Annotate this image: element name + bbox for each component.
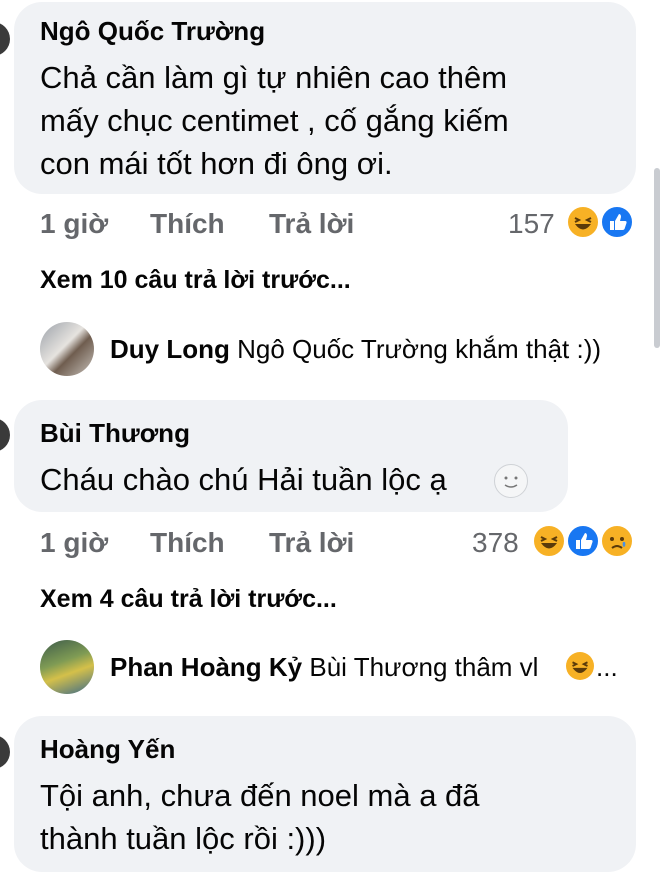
reply-text[interactable]: Ngô Quốc Trường khắm thật :)) — [237, 334, 601, 364]
view-previous-replies[interactable]: Xem 4 câu trả lời trước... — [40, 585, 337, 614]
commenter-avatar[interactable] — [0, 735, 10, 769]
comment-text: Tội anh, chưa đến noel mà a đã thành tuầ… — [40, 774, 480, 860]
comment-author[interactable]: Ngô Quốc Trường — [40, 16, 265, 47]
smile-emoji-icon — [494, 464, 528, 498]
sad-icon — [600, 524, 634, 558]
latest-reply: Duy Long Ngô Quốc Trường khắm thật :)) — [110, 334, 601, 365]
like-button[interactable]: Thích — [150, 208, 225, 240]
comment-text-line: Chả cần làm gì tự nhiên cao thêm — [40, 60, 508, 95]
reply-button[interactable]: Trả lời — [269, 208, 354, 240]
scrollbar[interactable] — [654, 168, 660, 348]
reply-ellipsis: ... — [596, 652, 618, 682]
reply-author[interactable]: Duy Long — [110, 334, 230, 364]
comment-bubble: Bùi Thương Cháu chào chú Hải tuần lộc ạ — [14, 400, 568, 512]
reply-text[interactable]: Bùi Thương thâm vl — [309, 652, 538, 682]
reaction-count[interactable]: 157 — [508, 208, 555, 240]
comment-author[interactable]: Bùi Thương — [40, 418, 190, 449]
like-icon — [566, 524, 600, 558]
haha-icon — [532, 524, 566, 558]
reply-avatar[interactable] — [40, 322, 94, 376]
comment-time[interactable]: 1 giờ — [40, 208, 108, 240]
reply-button[interactable]: Trả lời — [269, 527, 354, 559]
comment-text-line: thành tuần lộc rồi :))) — [40, 821, 327, 856]
comment-bubble: Hoàng Yến Tội anh, chưa đến noel mà a đã… — [14, 716, 636, 872]
comment-text: Cháu chào chú Hải tuần lộc ạ — [40, 462, 447, 497]
comment-text-line: con mái tốt hơn đi ông ơi. — [40, 146, 393, 181]
reply-avatar[interactable] — [40, 640, 94, 694]
haha-icon — [566, 205, 600, 239]
latest-reply: Phan Hoàng Kỷ Bùi Thương thâm vl — [110, 652, 538, 683]
reply-author[interactable]: Phan Hoàng Kỷ — [110, 652, 302, 682]
reaction-count[interactable]: 378 — [472, 527, 519, 559]
comment-text: Chả cần làm gì tự nhiên cao thêm mấy chụ… — [40, 56, 509, 185]
commenter-avatar[interactable] — [0, 418, 10, 452]
like-button[interactable]: Thích — [150, 527, 225, 559]
comment-text-line: mấy chục centimet , cố gắng kiếm — [40, 103, 509, 138]
comment-time[interactable]: 1 giờ — [40, 527, 108, 559]
comment-author[interactable]: Hoàng Yến — [40, 734, 175, 765]
commenter-avatar[interactable] — [0, 22, 10, 56]
like-icon — [600, 205, 634, 239]
comment-bubble: Ngô Quốc Trường Chả cần làm gì tự nhiên … — [14, 2, 636, 194]
view-previous-replies[interactable]: Xem 10 câu trả lời trước... — [40, 266, 351, 295]
comment-text-line: Tội anh, chưa đến noel mà a đã — [40, 778, 480, 813]
haha-icon — [566, 652, 594, 680]
